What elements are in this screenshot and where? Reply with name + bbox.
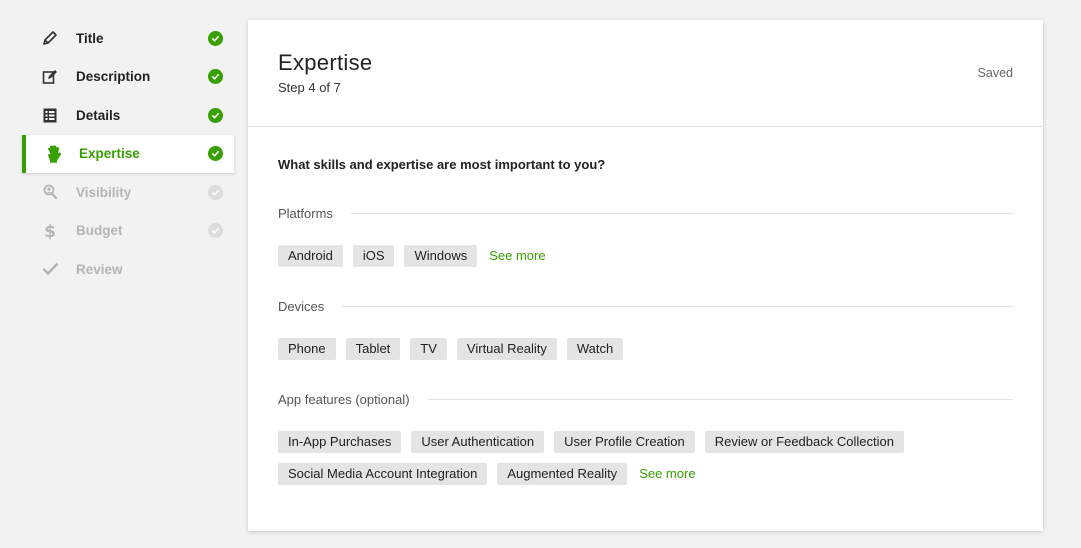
step-sidebar: Title Description Details Expertise Visi… — [22, 19, 234, 289]
see-more-features-link[interactable]: See more — [637, 463, 697, 485]
step-label: Title — [76, 30, 104, 46]
card-header: Expertise Step 4 of 7 Saved — [248, 20, 1043, 127]
edit-icon — [40, 67, 60, 87]
card-body: What skills and expertise are most impor… — [248, 127, 1043, 495]
platform-chips: Android iOS Windows See more — [278, 245, 1013, 277]
section-app-features: App features (optional) — [278, 392, 1013, 407]
device-chips: Phone Tablet TV Virtual Reality Watch — [278, 338, 1013, 370]
step-label: Details — [76, 107, 121, 123]
sidebar-step-visibility[interactable]: Visibility — [22, 173, 234, 212]
chip-virtual-reality[interactable]: Virtual Reality — [456, 338, 557, 360]
section-label: Devices — [278, 299, 325, 314]
check-circle-icon — [208, 146, 223, 162]
step-label: Budget — [76, 223, 123, 239]
chip-user-profile-creation[interactable]: User Profile Creation — [554, 431, 695, 453]
save-status: Saved — [977, 66, 1013, 80]
checkmark-icon — [40, 259, 60, 279]
hand-icon — [43, 144, 63, 164]
chip-android[interactable]: Android — [278, 245, 343, 267]
divider — [350, 213, 1013, 214]
step-label: Visibility — [76, 184, 132, 200]
chip-augmented-reality[interactable]: Augmented Reality — [497, 463, 628, 485]
pencil-icon — [40, 28, 60, 48]
dollar-icon: $ — [40, 221, 60, 241]
check-circle-icon — [208, 69, 223, 85]
section-platforms: Platforms — [278, 206, 1013, 221]
chip-user-authentication[interactable]: User Authentication — [411, 431, 545, 453]
user-search-icon — [40, 182, 60, 202]
step-label: Expertise — [79, 146, 140, 162]
chip-phone[interactable]: Phone — [278, 338, 336, 360]
chip-social-media-integration[interactable]: Social Media Account Integration — [278, 463, 488, 485]
svg-text:$: $ — [44, 222, 56, 240]
chip-in-app-purchases[interactable]: In-App Purchases — [278, 431, 402, 453]
app-feature-chips: In-App Purchases User Authentication Use… — [278, 431, 1013, 495]
step-label: Review — [76, 261, 123, 277]
section-devices: Devices — [278, 299, 1013, 314]
chip-tv[interactable]: TV — [410, 338, 447, 360]
list-icon — [40, 105, 60, 125]
divider — [427, 399, 1013, 400]
chip-review-feedback-collection[interactable]: Review or Feedback Collection — [704, 431, 904, 453]
see-more-platforms-link[interactable]: See more — [487, 245, 547, 267]
chip-tablet[interactable]: Tablet — [345, 338, 401, 360]
sidebar-step-review[interactable]: Review — [22, 250, 234, 289]
sidebar-step-expertise[interactable]: Expertise — [22, 134, 234, 173]
section-label: Platforms — [278, 206, 333, 221]
chip-watch[interactable]: Watch — [566, 338, 624, 360]
page-title: Expertise — [278, 50, 373, 75]
sidebar-step-details[interactable]: Details — [22, 96, 234, 135]
step-indicator: Step 4 of 7 — [278, 80, 341, 95]
check-circle-icon — [208, 30, 223, 46]
section-label: App features (optional) — [278, 392, 410, 407]
chip-ios[interactable]: iOS — [352, 245, 395, 267]
sidebar-step-title[interactable]: Title — [22, 19, 234, 58]
chip-windows[interactable]: Windows — [404, 245, 478, 267]
step-label: Description — [76, 69, 151, 85]
sidebar-step-budget[interactable]: $ Budget — [22, 212, 234, 251]
check-circle-icon — [208, 223, 223, 239]
expertise-card: Expertise Step 4 of 7 Saved What skills … — [248, 20, 1043, 531]
check-circle-icon — [208, 184, 223, 200]
check-circle-icon — [208, 107, 223, 123]
divider — [342, 306, 1013, 307]
question-heading: What skills and expertise are most impor… — [278, 157, 606, 172]
sidebar-step-description[interactable]: Description — [22, 58, 234, 97]
